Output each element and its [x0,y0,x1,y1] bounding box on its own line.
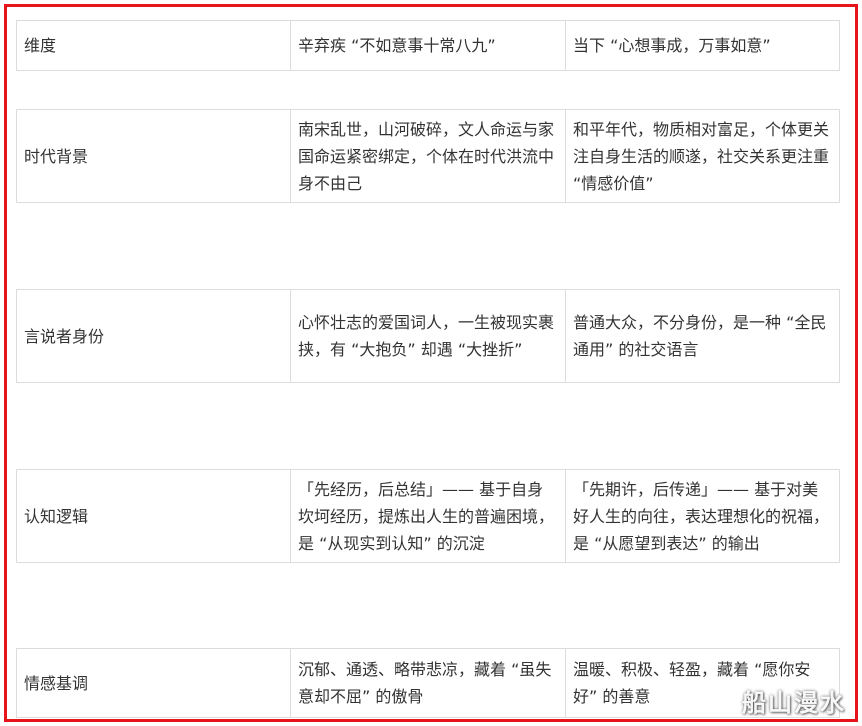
row-now-cell: 「先期许，后传递」—— 基于对美好人生的向往，表达理想化的祝福，是 “从愿望到表… [565,470,840,562]
row-dimension-text: 情感基调 [24,673,89,693]
row-xin-cell: 南宋乱世，山河破碎，文人命运与家国命运紧密绑定，个体在时代洪流中身不由己 [290,110,565,202]
row-xin-text: 心怀壮志的爱国词人，一生被现实裹挟，有 “大抱负” 却遇 “大挫折” [298,313,555,359]
header-xin-cell: 辛弃疾 “不如意事十常八九” [290,21,565,70]
table-row: 时代背景 南宋乱世，山河破碎，文人命运与家国命运紧密绑定，个体在时代洪流中身不由… [16,109,840,203]
table-header-row: 维度 辛弃疾 “不如意事十常八九” 当下 “心想事成，万事如意” [16,20,840,71]
row-xin-cell: 心怀壮志的爱国词人，一生被现实裹挟，有 “大抱负” 却遇 “大挫折” [290,290,565,382]
row-now-text: 「先期许，后传递」—— 基于对美好人生的向往，表达理想化的祝福，是 “从愿望到表… [573,479,830,553]
row-dimension-cell: 认知逻辑 [16,470,290,562]
row-now-text: 和平年代，物质相对富足，个体更关注自身生活的顺遂，社交关系更注重 “情感价值” [573,119,830,193]
row-dimension-text: 言说者身份 [24,326,105,346]
header-dimension-text: 维度 [24,36,57,55]
row-dimension-text: 时代背景 [24,146,89,166]
header-xin-text: 辛弃疾 “不如意事十常八九” [298,36,496,55]
row-dimension-cell: 时代背景 [16,110,290,202]
table-row: 情感基调 沉郁、通透、略带悲凉，藏着 “虽失意却不屈” 的傲骨 温暖、积极、轻盈… [16,648,840,718]
table-row: 言说者身份 心怀壮志的爱国词人，一生被现实裹挟，有 “大抱负” 却遇 “大挫折”… [16,289,840,383]
row-xin-text: 沉郁、通透、略带悲凉，藏着 “虽失意却不屈” 的傲骨 [298,660,552,706]
row-dimension-cell: 情感基调 [16,649,290,717]
header-now-text: 当下 “心想事成，万事如意” [573,36,771,55]
row-xin-text: 「先经历，后总结」—— 基于自身坎坷经历，提炼出人生的普遍困境，是 “从现实到认… [298,479,555,553]
row-now-cell: 和平年代，物质相对富足，个体更关注自身生活的顺遂，社交关系更注重 “情感价值” [565,110,840,202]
row-xin-cell: 沉郁、通透、略带悲凉，藏着 “虽失意却不屈” 的傲骨 [290,649,565,717]
row-xin-text: 南宋乱世，山河破碎，文人命运与家国命运紧密绑定，个体在时代洪流中身不由己 [298,119,555,193]
header-now-cell: 当下 “心想事成，万事如意” [565,21,840,70]
header-dimension-cell: 维度 [16,21,290,70]
watermark: 船山漫水 [742,689,846,717]
row-now-text: 普通大众，不分身份，是一种 “全民通用” 的社交语言 [573,313,827,359]
table-row: 认知逻辑 「先经历，后总结」—— 基于自身坎坷经历，提炼出人生的普遍困境，是 “… [16,469,840,563]
row-xin-cell: 「先经历，后总结」—— 基于自身坎坷经历，提炼出人生的普遍困境，是 “从现实到认… [290,470,565,562]
row-now-cell: 普通大众，不分身份，是一种 “全民通用” 的社交语言 [565,290,840,382]
row-dimension-cell: 言说者身份 [16,290,290,382]
row-dimension-text: 认知逻辑 [24,506,89,526]
